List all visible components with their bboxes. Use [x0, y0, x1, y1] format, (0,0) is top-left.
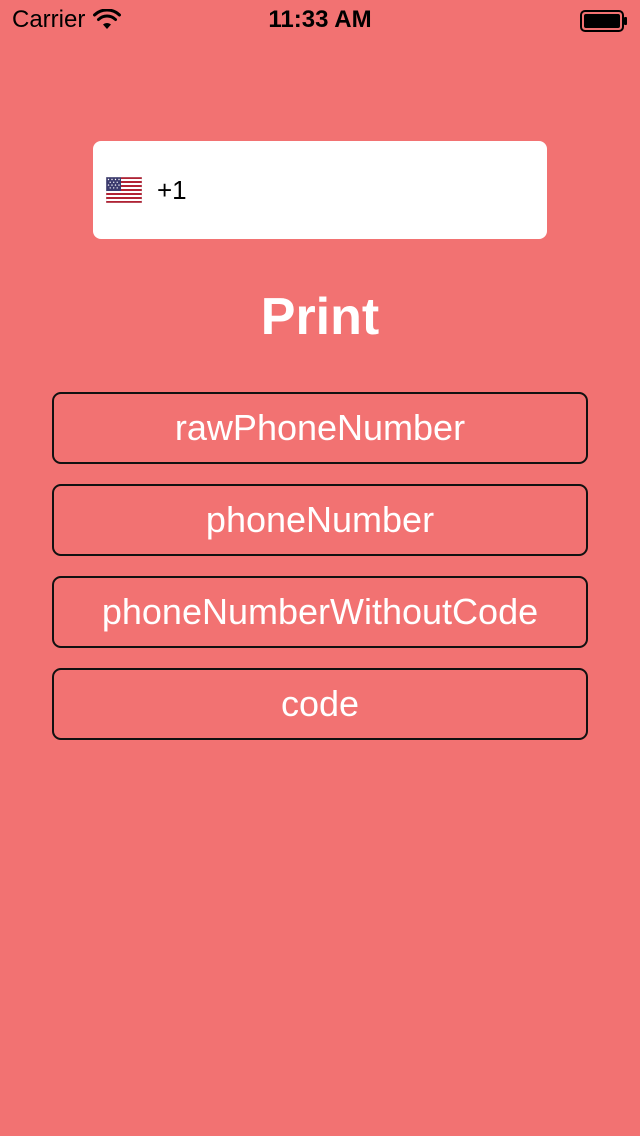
- code-button[interactable]: code: [52, 668, 588, 740]
- raw-phone-number-button[interactable]: rawPhoneNumber: [52, 392, 588, 464]
- battery-full-icon: [580, 10, 627, 32]
- phone-number-value[interactable]: +1: [157, 175, 187, 206]
- phone-number-field[interactable]: +1: [93, 141, 547, 239]
- print-title: Print: [260, 288, 380, 346]
- phone-number-without-code-button[interactable]: phoneNumberWithoutCode: [52, 576, 588, 648]
- us-flag-icon[interactable]: [106, 177, 142, 203]
- status-bar: Carrier 11:33 AM: [0, 0, 640, 40]
- status-time: 11:33 AM: [268, 6, 372, 33]
- phone-number-button[interactable]: phoneNumber: [52, 484, 588, 556]
